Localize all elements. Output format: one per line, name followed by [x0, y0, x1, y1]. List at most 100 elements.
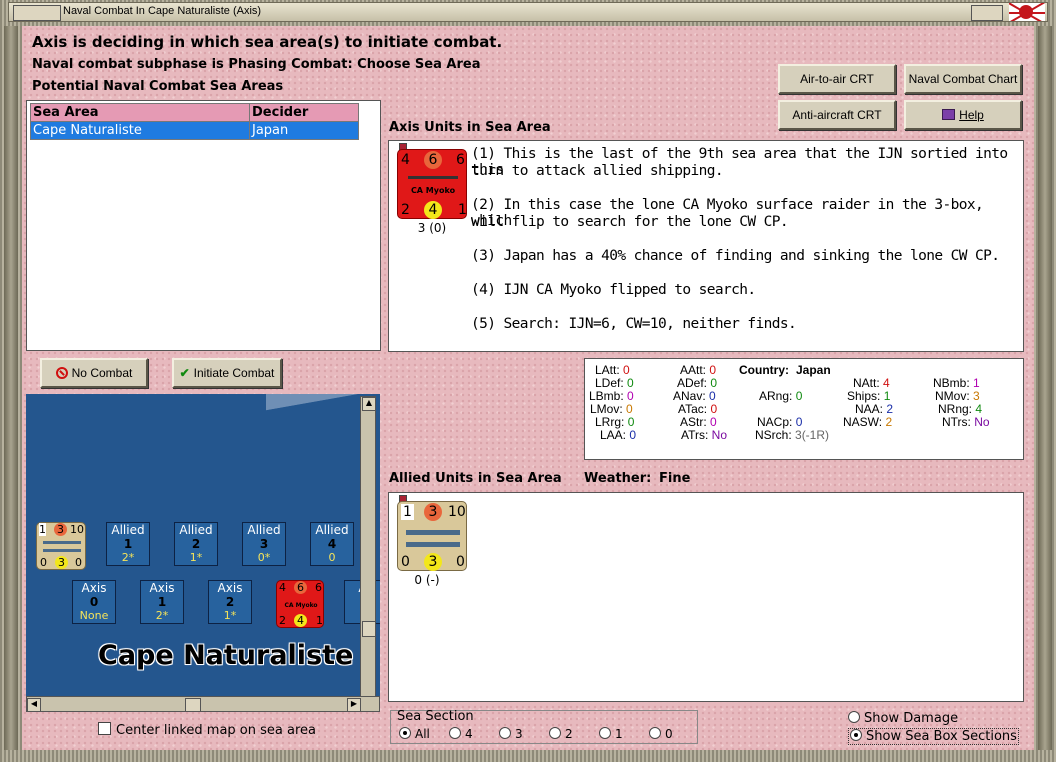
small-counter-c: 10: [70, 523, 84, 536]
map-allied-counter[interactable]: 1 3 10 0 3 0: [36, 522, 86, 570]
box-title: Allied: [247, 523, 281, 537]
axis-sea-box-2[interactable]: Axis 2 1*: [208, 580, 252, 624]
allied-unit-counter[interactable]: 1 3 10 0 3 0: [397, 501, 467, 571]
scroll-up-icon[interactable]: ▲: [362, 397, 376, 411]
right-border: [1038, 26, 1052, 750]
anti-aircraft-crt-button[interactable]: Anti-aircraft CRT: [778, 100, 896, 130]
show-damage-option[interactable]: Show Damage: [848, 711, 958, 726]
scroll-right-icon[interactable]: ▶: [347, 698, 361, 712]
sea-section-label: Sea Section: [397, 709, 474, 724]
col-sea-area[interactable]: Sea Area: [30, 103, 250, 122]
allied-sea-box-4[interactable]: Allied 4 0: [310, 522, 354, 566]
axis-sea-box-0[interactable]: Axis 0 None: [72, 580, 116, 624]
small-counter-d: 2: [279, 614, 286, 627]
book-icon: [942, 109, 956, 120]
ship-silhouette-icon: [408, 176, 458, 179]
scroll-left-icon[interactable]: ◀: [27, 698, 41, 712]
dialog-content: Axis is deciding in which sea area(s) to…: [22, 26, 1034, 750]
help-button[interactable]: Help: [904, 100, 1022, 130]
show-sections-option[interactable]: Show Sea Box Sections: [848, 728, 1019, 745]
stat-aatt: AAtt: 0: [680, 363, 717, 377]
section-option-2[interactable]: 2: [549, 727, 573, 741]
map-area-name: Cape Naturaliste: [98, 640, 354, 671]
stat-nasw: NASW: 2: [843, 415, 893, 429]
box-number: 3: [259, 537, 269, 551]
country-value: Japan: [796, 363, 831, 377]
note-line-2: turn to attack allied shipping.: [471, 163, 724, 179]
map-axis-counter[interactable]: 4 6 6 CA Myoko 2 4 1: [276, 580, 324, 628]
naval-combat-chart-button[interactable]: Naval Combat Chart: [904, 64, 1022, 94]
section-option-0[interactable]: 0: [649, 727, 673, 741]
stat-natt: NAtt: 4: [853, 376, 890, 390]
stat-nrng: NRng: 4: [938, 402, 983, 416]
axis-units-label: Axis Units in Sea Area: [389, 120, 551, 135]
axis-counter-caption: 3 (0): [417, 221, 447, 235]
vertical-scroll-thumb[interactable]: [362, 621, 376, 637]
box-title: Allied: [315, 523, 349, 537]
japan-flag-icon: [1009, 3, 1045, 21]
small-counter-d: 0: [40, 556, 47, 569]
section-option-all[interactable]: All: [399, 727, 430, 741]
box-value: 0: [328, 551, 336, 564]
small-counter-e: 4: [294, 614, 307, 627]
section-option-3[interactable]: 3: [499, 727, 523, 741]
note-line-7: (5) Search: IJN=6, CW=10, neither finds.: [471, 316, 797, 332]
stat-atrs: ATrs: No: [681, 428, 728, 442]
box-number: 2: [225, 595, 235, 609]
map-vertical-scrollbar[interactable]: ▲ ▼: [360, 396, 376, 712]
center-map-checkbox[interactable]: Center linked map on sea area: [98, 722, 316, 738]
small-counter-b: 6: [294, 581, 307, 594]
counter-name: CA Myoko: [410, 186, 456, 195]
col-decider[interactable]: Decider: [249, 103, 359, 122]
small-counter-a: 1: [39, 523, 46, 536]
stat-lrrg: LRrg: 0: [595, 415, 635, 429]
center-map-label: Center linked map on sea area: [116, 723, 316, 738]
ship-silhouette-icon: [406, 542, 460, 547]
small-counter-b: 3: [54, 523, 67, 536]
stat-ntrs: NTrs: No: [942, 415, 990, 429]
stat-nmov: NMov: 3: [935, 389, 980, 403]
status-heading: Axis is deciding in which sea area(s) to…: [32, 33, 503, 51]
ship-silhouette-icon: [406, 530, 460, 535]
axis-unit-counter[interactable]: 4 6 6 CA Myoko 2 4 1: [397, 149, 467, 219]
axis-sea-box-1[interactable]: Axis 1 2*: [140, 580, 184, 624]
allied-sea-box-1[interactable]: Allied 1 2*: [106, 522, 150, 566]
allied-sea-box-2[interactable]: Allied 2 1*: [174, 522, 218, 566]
counter-bot-right: 0: [456, 554, 465, 570]
counter-top-mid: 3: [424, 503, 442, 521]
counter-top-mid: 6: [424, 151, 442, 169]
allied-sea-box-3[interactable]: Allied 3 0*: [242, 522, 286, 566]
map-horizontal-scrollbar[interactable]: ◀ ▶: [26, 696, 380, 712]
no-combat-button[interactable]: No Combat: [40, 358, 148, 388]
small-counter-f: 0: [75, 556, 82, 569]
sea-area-table: Sea Area Decider Cape Naturaliste Japan: [30, 103, 359, 140]
axis-units-panel: 4 6 6 CA Myoko 2 4 1 3 (0) (1) This is t…: [388, 140, 1024, 352]
restore-button[interactable]: [971, 5, 1003, 21]
stat-lmov: LMov: 0: [590, 402, 633, 416]
system-menu-button[interactable]: [13, 5, 61, 21]
box-value: 0*: [257, 551, 271, 564]
section-option-4[interactable]: 4: [449, 727, 473, 741]
country-label: Country:: [739, 363, 789, 377]
box-title: Allied: [111, 523, 145, 537]
section-option-1[interactable]: 1: [599, 727, 623, 741]
subphase-text: Naval combat subphase is Phasing Combat:…: [32, 57, 481, 72]
stat-nacp: NACp: 0: [757, 415, 803, 429]
allied-counter-caption: 0 (-): [414, 573, 440, 587]
stat-lbmb: LBmb: 0: [589, 389, 634, 403]
ship-silhouette-icon: [43, 541, 81, 544]
counter-top-left: 1: [401, 504, 414, 520]
table-row[interactable]: Cape Naturaliste Japan: [30, 121, 359, 140]
stat-latt: LAtt: 0: [595, 363, 630, 377]
stat-ships: Ships: 1: [847, 389, 891, 403]
window-title: Naval Combat In Cape Naturaliste (Axis): [63, 5, 262, 17]
horizontal-scroll-thumb[interactable]: [185, 698, 201, 712]
sea-area-list[interactable]: Sea Area Decider Cape Naturaliste Japan: [26, 100, 381, 351]
checkbox-box[interactable]: [98, 722, 111, 735]
row-area: Cape Naturaliste: [30, 121, 250, 140]
weather-value: Fine: [659, 471, 691, 486]
air-to-air-crt-button[interactable]: Air-to-air CRT: [778, 64, 896, 94]
sea-section-group: Sea Section All 4 3 2 1 0: [390, 709, 698, 744]
initiate-combat-button[interactable]: ✔ Initiate Combat: [172, 358, 282, 388]
sea-area-map[interactable]: 1 3 10 0 3 0 Allied 1 2* Allied 2 1* All…: [26, 394, 380, 696]
